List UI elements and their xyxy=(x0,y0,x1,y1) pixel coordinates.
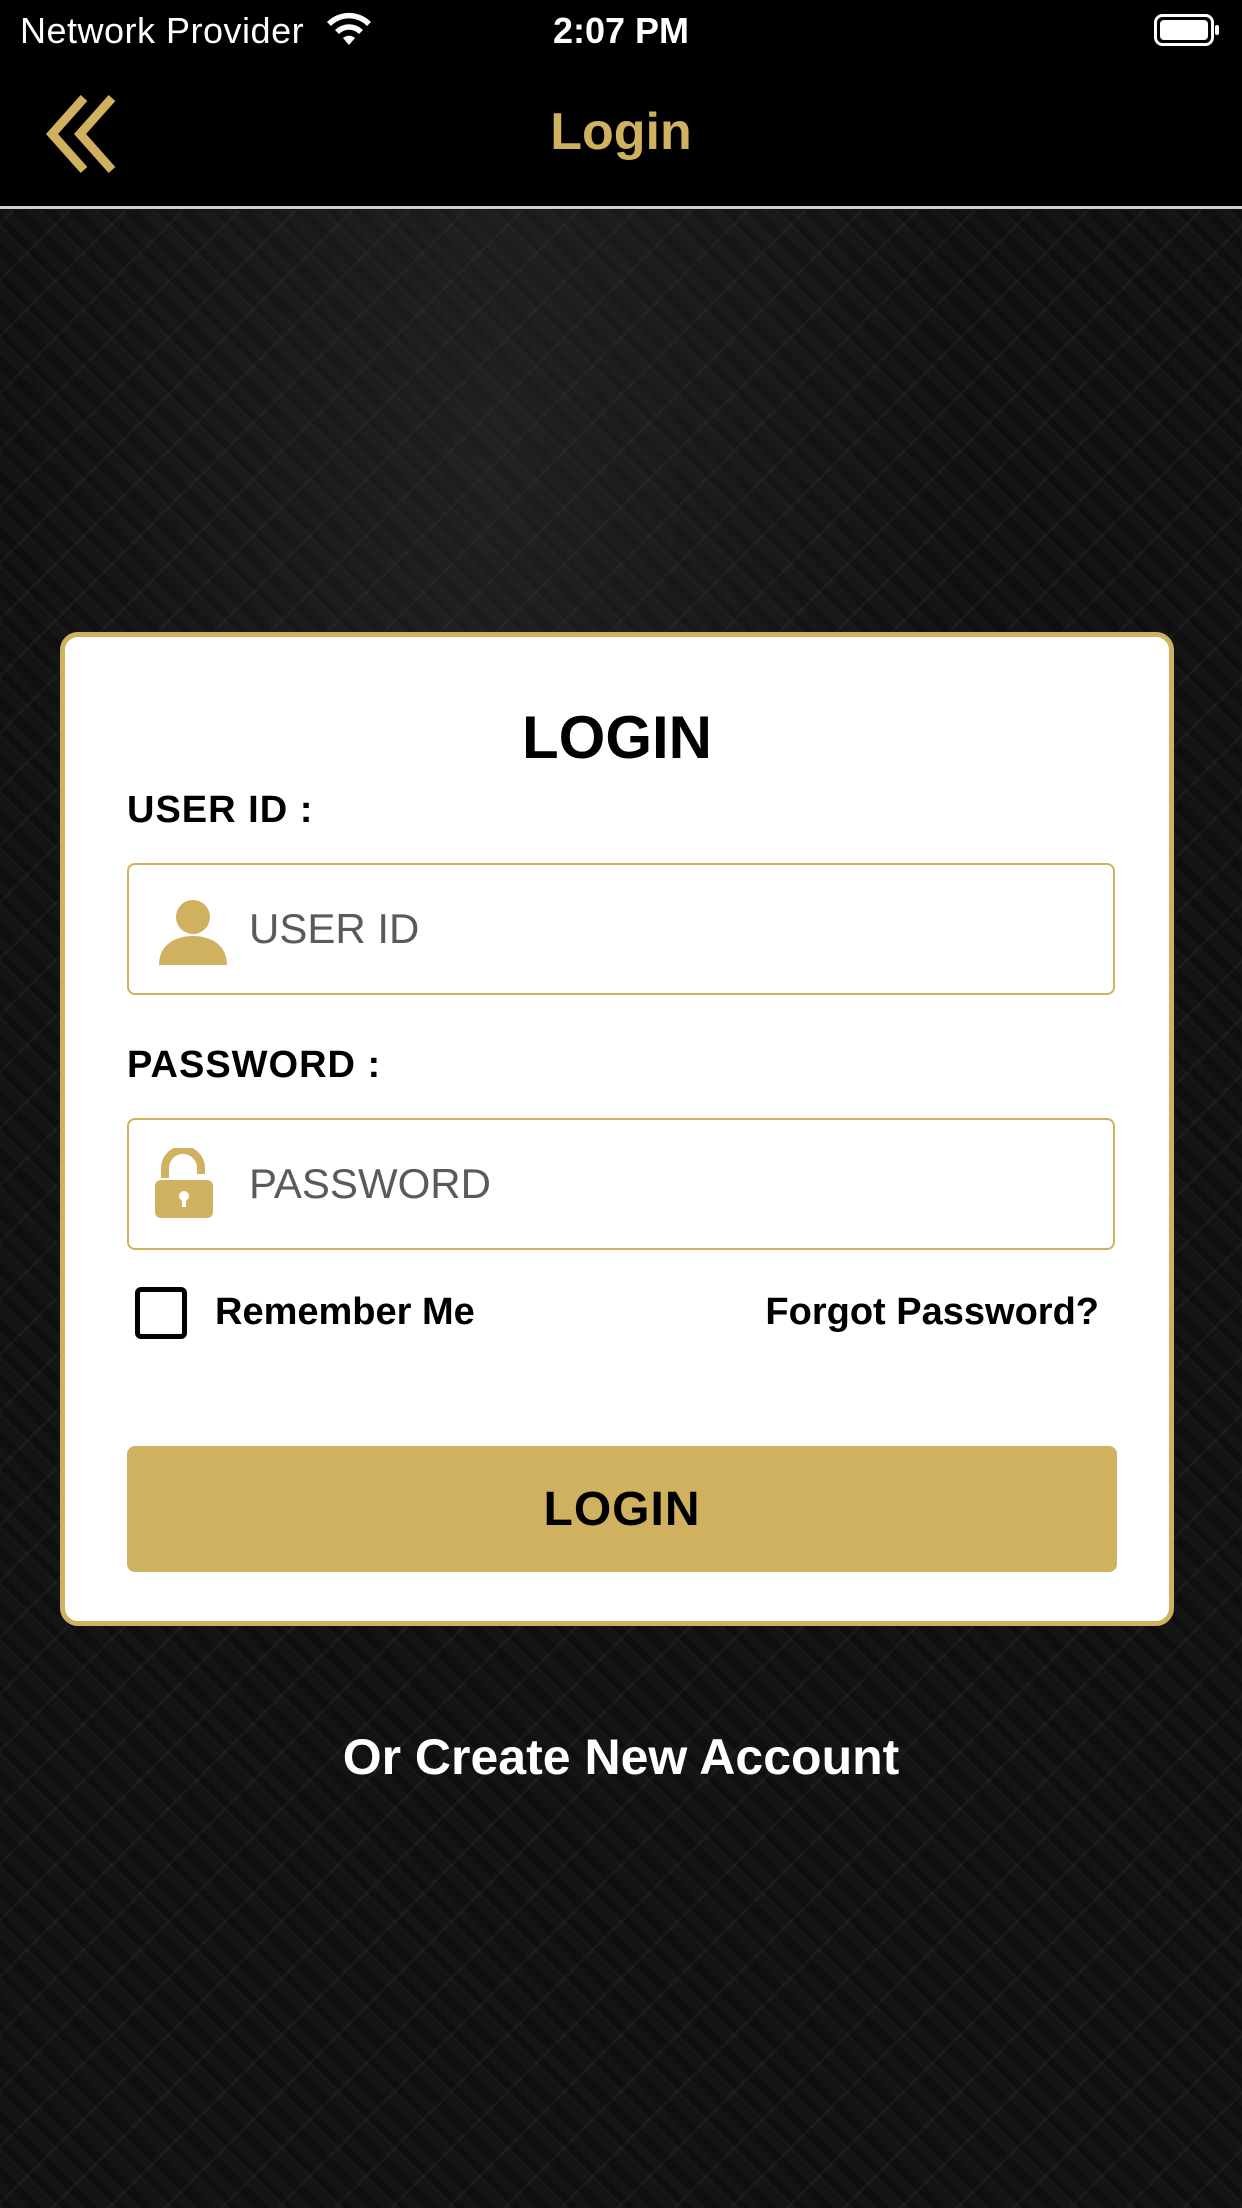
page-title: Login xyxy=(550,103,692,161)
password-field[interactable] xyxy=(127,1118,1115,1250)
password-label: PASSWORD : xyxy=(127,1044,382,1086)
login-card-title: LOGIN xyxy=(522,704,712,771)
login-card: LOGIN USER ID : PASSWORD : Remember Me F… xyxy=(60,632,1174,1626)
status-time: 2:07 PM xyxy=(552,10,690,51)
remember-me-label[interactable]: Remember Me xyxy=(215,1291,475,1334)
user-id-label: USER ID : xyxy=(127,789,314,831)
forgot-password-link[interactable]: Forgot Password? xyxy=(765,1291,1099,1334)
user-id-input[interactable] xyxy=(249,865,1099,993)
status-bar: Network Provider 2:07 PM xyxy=(0,0,1242,62)
login-button[interactable]: LOGIN xyxy=(127,1446,1117,1572)
remember-me-checkbox[interactable] xyxy=(135,1287,187,1339)
unlocked-padlock-icon xyxy=(155,1148,213,1218)
create-account-link[interactable]: Or Create New Account xyxy=(0,1728,1242,1786)
user-id-field[interactable] xyxy=(127,863,1115,995)
battery-icon xyxy=(1154,14,1219,46)
password-input[interactable] xyxy=(249,1120,1099,1248)
user-icon xyxy=(159,900,227,965)
navigation-bar: Login xyxy=(0,62,1242,209)
